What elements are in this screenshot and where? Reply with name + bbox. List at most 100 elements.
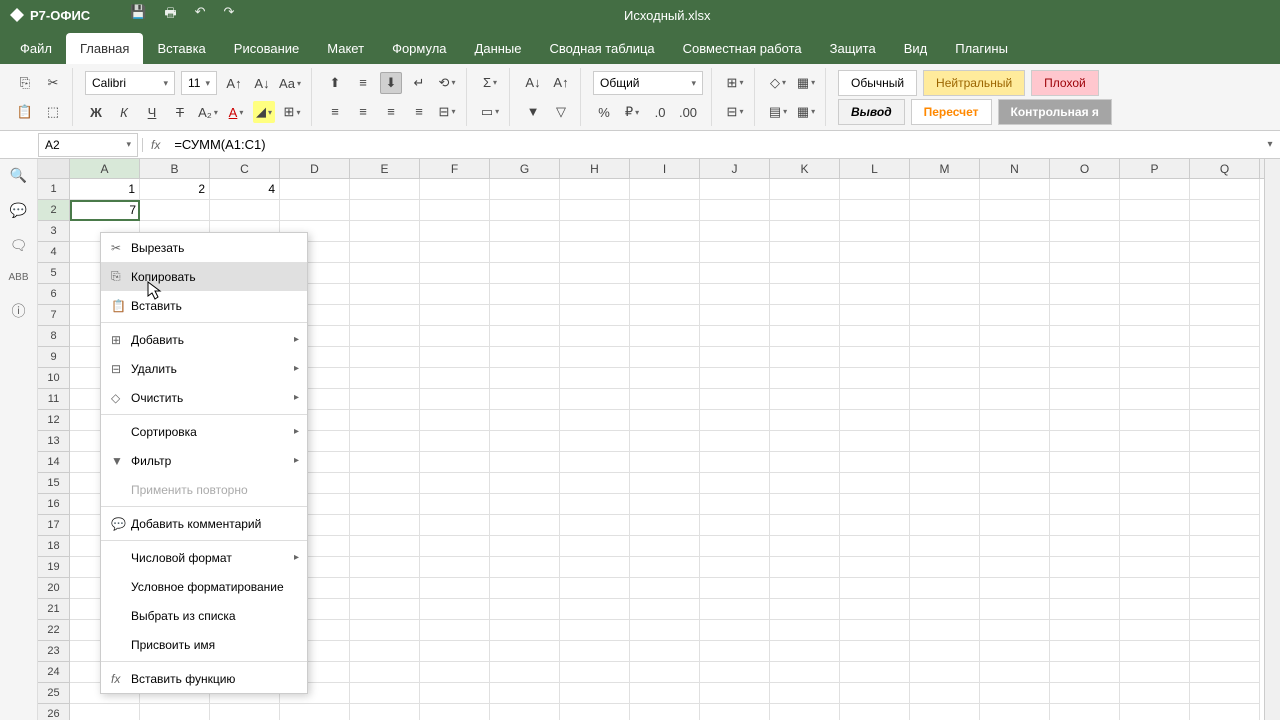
- cell[interactable]: [1120, 641, 1190, 662]
- cell[interactable]: [840, 326, 910, 347]
- tab-plugins[interactable]: Плагины: [941, 33, 1022, 64]
- cell[interactable]: [350, 242, 420, 263]
- delete-cells-icon[interactable]: ⊟▾: [724, 101, 746, 123]
- cell[interactable]: [630, 179, 700, 200]
- cell[interactable]: [910, 515, 980, 536]
- cell[interactable]: [1120, 200, 1190, 221]
- cell[interactable]: [840, 557, 910, 578]
- cell[interactable]: [980, 410, 1050, 431]
- cell[interactable]: [910, 284, 980, 305]
- cell[interactable]: [1050, 473, 1120, 494]
- col-header[interactable]: J: [700, 159, 770, 178]
- cell[interactable]: [980, 557, 1050, 578]
- cell[interactable]: [420, 431, 490, 452]
- cell[interactable]: [630, 683, 700, 704]
- info-icon[interactable]: ⓘ: [12, 301, 26, 321]
- cell[interactable]: [1050, 221, 1120, 242]
- comments-icon[interactable]: 💬: [10, 202, 27, 219]
- cell[interactable]: [840, 452, 910, 473]
- cell[interactable]: [490, 263, 560, 284]
- cell[interactable]: 1: [70, 179, 140, 200]
- cell[interactable]: [1190, 641, 1260, 662]
- cell[interactable]: [490, 473, 560, 494]
- tab-home[interactable]: Главная: [66, 33, 143, 64]
- cell[interactable]: [560, 536, 630, 557]
- cell[interactable]: [280, 179, 350, 200]
- cell[interactable]: [350, 431, 420, 452]
- tab-view[interactable]: Вид: [890, 33, 942, 64]
- cell[interactable]: [350, 578, 420, 599]
- cell[interactable]: [350, 620, 420, 641]
- cell[interactable]: [700, 431, 770, 452]
- cell[interactable]: [700, 536, 770, 557]
- cell[interactable]: [980, 494, 1050, 515]
- cell[interactable]: [1120, 284, 1190, 305]
- cell[interactable]: [1190, 326, 1260, 347]
- print-icon[interactable]: 🖶: [164, 4, 176, 26]
- tab-file[interactable]: Файл: [6, 33, 66, 64]
- row-header[interactable]: 10: [38, 368, 70, 389]
- cell[interactable]: [840, 221, 910, 242]
- cell[interactable]: [350, 704, 420, 720]
- fill-icon[interactable]: ▦▾: [795, 72, 817, 94]
- cell[interactable]: [630, 389, 700, 410]
- cell[interactable]: [490, 179, 560, 200]
- style-output[interactable]: Вывод: [838, 99, 905, 125]
- cell[interactable]: [700, 683, 770, 704]
- cell[interactable]: [490, 557, 560, 578]
- cell[interactable]: [910, 494, 980, 515]
- bold-icon[interactable]: Ж: [85, 101, 107, 123]
- cell[interactable]: [420, 494, 490, 515]
- cell[interactable]: [910, 704, 980, 720]
- col-header[interactable]: Q: [1190, 159, 1260, 178]
- align-justify-icon[interactable]: ≡: [408, 101, 430, 123]
- format-painter-icon[interactable]: ⬚: [42, 101, 64, 123]
- cell[interactable]: [910, 641, 980, 662]
- highlight-icon[interactable]: ◢▾: [253, 101, 275, 123]
- cell[interactable]: [630, 599, 700, 620]
- percent-icon[interactable]: %: [593, 101, 615, 123]
- cell[interactable]: [630, 284, 700, 305]
- row-header[interactable]: 18: [38, 536, 70, 557]
- cell[interactable]: [140, 704, 210, 720]
- cell[interactable]: [1050, 641, 1120, 662]
- cell[interactable]: [490, 221, 560, 242]
- row-header[interactable]: 26: [38, 704, 70, 720]
- cm-func[interactable]: fxВставить функцию: [101, 664, 307, 693]
- cell[interactable]: [560, 494, 630, 515]
- cell[interactable]: [1190, 431, 1260, 452]
- cell[interactable]: [980, 368, 1050, 389]
- tab-protect[interactable]: Защита: [816, 33, 890, 64]
- cell[interactable]: [700, 704, 770, 720]
- col-header[interactable]: F: [420, 159, 490, 178]
- cell[interactable]: [980, 326, 1050, 347]
- cell[interactable]: [980, 536, 1050, 557]
- cell[interactable]: [700, 389, 770, 410]
- formula-input[interactable]: [168, 133, 1260, 157]
- cell[interactable]: [910, 410, 980, 431]
- subscript-icon[interactable]: A₂▾: [197, 101, 219, 123]
- cell[interactable]: [1050, 389, 1120, 410]
- cell[interactable]: [560, 452, 630, 473]
- underline-icon[interactable]: Ч: [141, 101, 163, 123]
- cell[interactable]: [980, 347, 1050, 368]
- font-name-select[interactable]: Calibri: [85, 71, 175, 95]
- cell[interactable]: [490, 389, 560, 410]
- cell[interactable]: [350, 221, 420, 242]
- cell[interactable]: [420, 452, 490, 473]
- cell[interactable]: [910, 620, 980, 641]
- cell[interactable]: [350, 494, 420, 515]
- copy-icon[interactable]: ⎘: [14, 72, 36, 94]
- row-header[interactable]: 23: [38, 641, 70, 662]
- cell[interactable]: [350, 263, 420, 284]
- cm-paste[interactable]: 📋Вставить: [101, 291, 307, 320]
- cell[interactable]: [560, 662, 630, 683]
- cell[interactable]: [630, 263, 700, 284]
- cell[interactable]: [1120, 305, 1190, 326]
- style-check[interactable]: Контрольная я: [998, 99, 1112, 125]
- cell[interactable]: [420, 410, 490, 431]
- clear-filter-icon[interactable]: ▽: [550, 101, 572, 123]
- cell[interactable]: [980, 431, 1050, 452]
- cell[interactable]: [420, 704, 490, 720]
- cell[interactable]: [350, 179, 420, 200]
